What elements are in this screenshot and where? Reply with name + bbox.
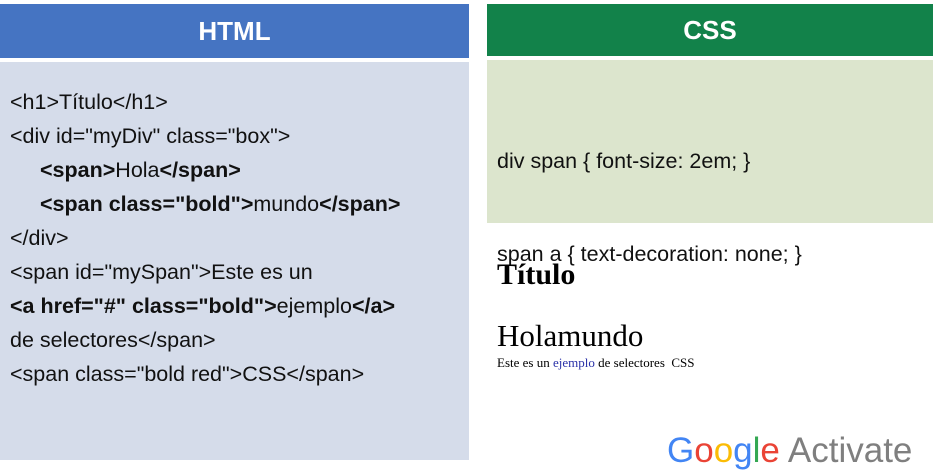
html-code-token: de selectores</span>: [10, 328, 216, 352]
html-code-token: <span class="bold red">CSS</span>: [10, 362, 365, 386]
html-code-token: <span id="mySpan">Este es un: [10, 260, 313, 284]
html-code-panel: <h1>Título</h1> <div id="myDiv" class="bo…: [0, 62, 469, 460]
html-code-bold-token: </a>: [351, 294, 395, 318]
html-code-bold-token: </span>: [319, 192, 401, 216]
rendered-sentence: Este es un ejemplo de selectores CSS: [497, 355, 695, 371]
google-activate-watermark: Google Activate: [667, 431, 912, 471]
html-code-line: </div>: [10, 221, 400, 255]
rendered-link[interactable]: ejemplo: [553, 355, 595, 370]
html-code-line: <h1>Título</h1>: [10, 85, 400, 119]
rendered-hola: Hola: [497, 318, 558, 353]
html-panel-title: HTML: [0, 4, 469, 58]
rendered-sentence-prefix: Este es un: [497, 355, 553, 370]
html-code-line: <span class="bold red">CSS</span>: [10, 357, 400, 391]
rendered-sentence-mid: de selectores: [594, 355, 672, 370]
html-code-bold-token: <a href="#" class="bold">: [10, 294, 277, 318]
html-code-token: Hola: [115, 158, 160, 182]
rendered-mundo: mundo: [557, 318, 644, 353]
css-panel-title: CSS: [487, 4, 933, 56]
google-logo-letter: g: [733, 431, 753, 470]
html-code-line: <span class="bold">mundo</span>: [10, 187, 400, 221]
html-code-line: <a href="#" class="bold">ejemplo</a>: [10, 289, 400, 323]
css-code-block: div span { font-size: 2em; } span a { te…: [497, 84, 802, 332]
rendered-hola-mundo: Holamundo: [497, 318, 643, 354]
rendered-title: Título: [497, 258, 576, 291]
html-code-token: </div>: [10, 226, 69, 250]
html-code-block: <h1>Título</h1> <div id="myDiv" class="bo…: [10, 85, 400, 391]
google-logo-letter: o: [694, 431, 714, 470]
html-panel-title-text: HTML: [198, 15, 271, 46]
html-code-token: <h1>Título</h1>: [10, 90, 168, 114]
css-code-line: div span { font-size: 2em; }: [497, 149, 751, 173]
google-logo-letter: e: [760, 431, 780, 470]
html-code-line: <div id="myDiv" class="box">: [10, 119, 400, 153]
html-code-token: <div id="myDiv" class="box">: [10, 124, 291, 148]
google-logo-letter: G: [667, 431, 695, 470]
html-code-line: <span id="mySpan">Este es un: [10, 255, 400, 289]
google-logo-letter: o: [713, 431, 734, 470]
html-code-token: mundo: [253, 192, 320, 216]
html-code-bold-token: <span>: [40, 158, 116, 182]
html-code-bold-token: </span>: [159, 158, 241, 182]
html-code-line: de selectores</span>: [10, 323, 400, 357]
html-code-line: <span>Hola</span>: [10, 153, 400, 187]
html-code-bold-token: <span class="bold">: [40, 192, 254, 216]
activate-label: Activate: [787, 431, 913, 470]
google-logo: Google: [667, 431, 780, 471]
rendered-css-text: CSS: [671, 355, 695, 370]
css-panel-title-text: CSS: [683, 14, 737, 45]
html-code-token: ejemplo: [276, 294, 352, 318]
css-code-panel: div span { font-size: 2em; } span a { te…: [487, 60, 933, 266]
